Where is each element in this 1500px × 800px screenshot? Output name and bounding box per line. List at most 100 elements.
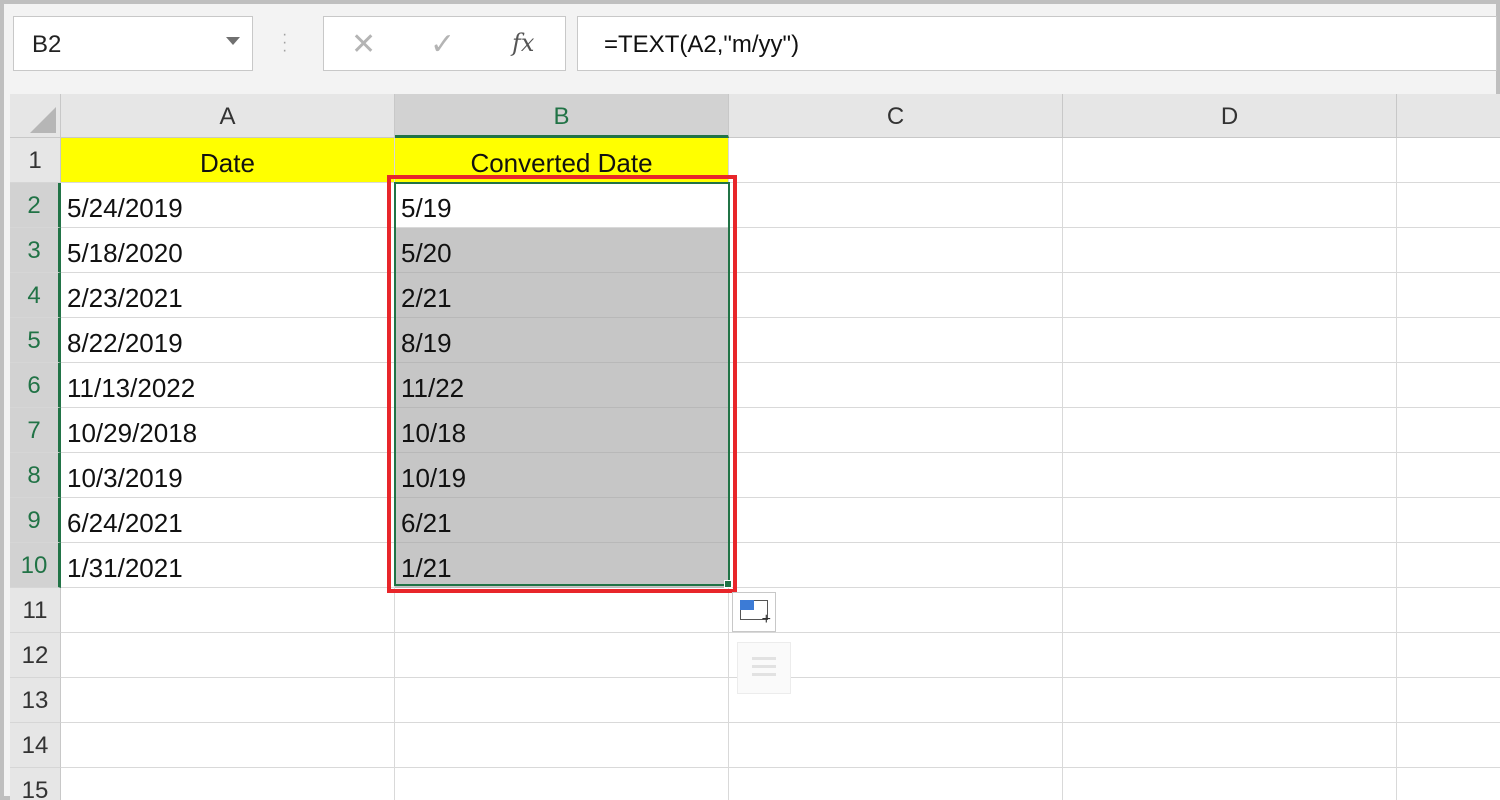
cell-b14[interactable] [395,723,729,768]
cell-b13[interactable] [395,678,729,723]
cell-a3[interactable]: 5/18/2020 [61,228,395,273]
cell-d4[interactable] [1063,273,1397,318]
row-header-8[interactable]: 8 [10,453,61,498]
cell-c5[interactable] [729,318,1063,363]
cell-a10[interactable]: 1/31/2021 [61,543,395,588]
cell-e15[interactable] [1397,768,1500,800]
row-header-5[interactable]: 5 [10,318,61,363]
cell-c8[interactable] [729,453,1063,498]
row-header-1[interactable]: 1 [10,138,61,183]
window-frame: B2 · · · ✕ ✓ fx =TEXT(A2,"m/yy") A B C D 1… [0,0,1500,800]
cell-d1[interactable] [1063,138,1397,183]
cell-d8[interactable] [1063,453,1397,498]
cell-c14[interactable] [729,723,1063,768]
cell-a1[interactable]: Date [61,138,395,183]
cell-a9[interactable]: 6/24/2021 [61,498,395,543]
column-header-b[interactable]: B [395,94,729,138]
cell-c1[interactable] [729,138,1063,183]
cell-b15[interactable] [395,768,729,800]
enter-icon[interactable]: ✓ [430,27,455,62]
cell-e3[interactable] [1397,228,1500,273]
cell-a2[interactable]: 5/24/2019 [61,183,395,228]
cell-e1[interactable] [1397,138,1500,183]
worksheet-grid[interactable]: A B C D 1 2 3 4 5 6 7 8 9 10 11 12 13 14 15 Date Conver… [10,94,1500,800]
cell-e11[interactable] [1397,588,1500,633]
cell-e7[interactable] [1397,408,1500,453]
cell-d3[interactable] [1063,228,1397,273]
row-header-12[interactable]: 12 [10,633,61,678]
cell-a5[interactable]: 8/22/2019 [61,318,395,363]
column-header-a[interactable]: A [61,94,395,138]
cell-e4[interactable] [1397,273,1500,318]
cell-c2[interactable] [729,183,1063,228]
selection-range [394,182,730,586]
cell-e8[interactable] [1397,453,1500,498]
cell-e10[interactable] [1397,543,1500,588]
cell-c15[interactable] [729,768,1063,800]
cell-a13[interactable] [61,678,395,723]
formula-input[interactable]: =TEXT(A2,"m/yy") [577,16,1497,71]
cell-b12[interactable] [395,633,729,678]
cell-c10[interactable] [729,543,1063,588]
row-header-6[interactable]: 6 [10,363,61,408]
cell-a8[interactable]: 10/3/2019 [61,453,395,498]
row-header-10[interactable]: 10 [10,543,61,588]
cell-c9[interactable] [729,498,1063,543]
row-header-3[interactable]: 3 [10,228,61,273]
cell-d14[interactable] [1063,723,1397,768]
cell-e2[interactable] [1397,183,1500,228]
row-header-15[interactable]: 15 [10,768,61,800]
cell-a15[interactable] [61,768,395,800]
cell-a6[interactable]: 11/13/2022 [61,363,395,408]
cell-e9[interactable] [1397,498,1500,543]
cell-d10[interactable] [1063,543,1397,588]
column-header-e[interactable] [1397,94,1500,138]
row-header-14[interactable]: 14 [10,723,61,768]
name-box-value: B2 [32,31,62,58]
cell-c4[interactable] [729,273,1063,318]
cell-b11[interactable] [395,588,729,633]
cell-e13[interactable] [1397,678,1500,723]
cell-d12[interactable] [1063,633,1397,678]
cell-a12[interactable] [61,633,395,678]
row-header-13[interactable]: 13 [10,678,61,723]
quick-analysis-button[interactable]: + [732,592,776,632]
cell-e6[interactable] [1397,363,1500,408]
flash-fill-icon[interactable] [737,642,791,694]
name-box[interactable]: B2 [13,16,253,71]
formula-text: =TEXT(A2,"m/yy") [604,31,800,58]
cell-e14[interactable] [1397,723,1500,768]
cell-d13[interactable] [1063,678,1397,723]
cell-c7[interactable] [729,408,1063,453]
cell-a7[interactable]: 10/29/2018 [61,408,395,453]
cell-e5[interactable] [1397,318,1500,363]
cell-d15[interactable] [1063,768,1397,800]
select-all-button[interactable] [10,94,61,138]
cancel-icon[interactable]: ✕ [351,27,376,62]
cell-d9[interactable] [1063,498,1397,543]
cell-e12[interactable] [1397,633,1500,678]
chevron-down-icon[interactable] [226,37,240,45]
cell-a11[interactable] [61,588,395,633]
cell-d11[interactable] [1063,588,1397,633]
cell-a4[interactable]: 2/23/2021 [61,273,395,318]
row-header-2[interactable]: 2 [10,183,61,228]
row-header-9[interactable]: 9 [10,498,61,543]
column-header-d[interactable]: D [1063,94,1397,138]
cell-c6[interactable] [729,363,1063,408]
insert-function-icon[interactable]: fx [512,29,534,57]
formula-buttons: ✕ ✓ fx [323,16,566,71]
cell-d2[interactable] [1063,183,1397,228]
cell-c11[interactable] [729,588,1063,633]
row-header-11[interactable]: 11 [10,588,61,633]
column-header-c[interactable]: C [729,94,1063,138]
cell-c3[interactable] [729,228,1063,273]
cell-d5[interactable] [1063,318,1397,363]
row-header-7[interactable]: 7 [10,408,61,453]
cell-d7[interactable] [1063,408,1397,453]
formula-bar-grip-icon[interactable]: · · · [282,27,287,59]
cell-d6[interactable] [1063,363,1397,408]
fill-handle[interactable] [724,580,732,588]
cell-a14[interactable] [61,723,395,768]
row-header-4[interactable]: 4 [10,273,61,318]
